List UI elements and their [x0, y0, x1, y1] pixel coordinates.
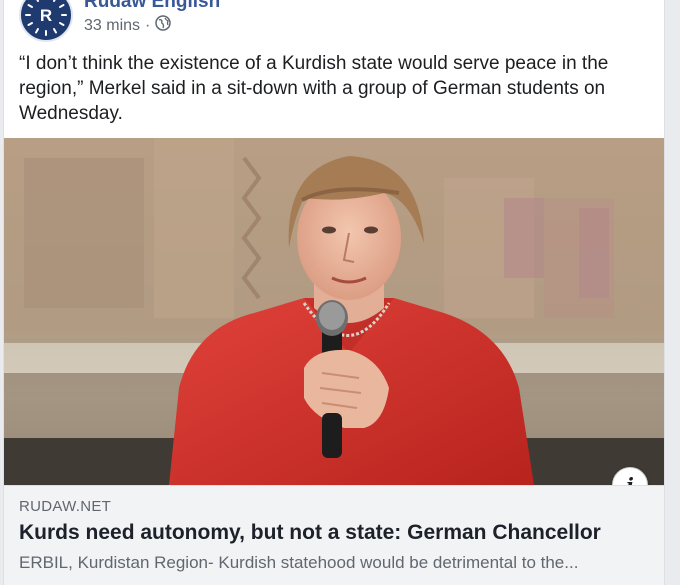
link-preview-image[interactable]	[4, 138, 664, 485]
link-domain: RUDAW.NET	[19, 498, 112, 515]
timestamp[interactable]: 33 mins	[84, 17, 140, 35]
link-description: ERBIL, Kurdistan Region- Kurdish stateho…	[19, 553, 579, 572]
post-card: R Rudaw English 33 mins · “I don’t think…	[3, 0, 665, 585]
globe-icon[interactable]	[155, 15, 172, 36]
link-title[interactable]: Kurds need autonomy, but not a state: Ge…	[19, 521, 601, 545]
page-avatar[interactable]: R	[19, 0, 73, 42]
rudaw-logo-icon: R	[22, 0, 70, 39]
link-preview-footer[interactable]: RUDAW.NET Kurds need autonomy, but not a…	[4, 485, 664, 585]
meta-separator: ·	[145, 16, 151, 34]
post-text: “I don’t think the existence of a Kurdis…	[19, 53, 609, 124]
page-name-link[interactable]: Rudaw English	[84, 0, 220, 13]
post-meta: 33 mins ·	[84, 15, 172, 36]
avatar-letter: R	[40, 6, 52, 25]
